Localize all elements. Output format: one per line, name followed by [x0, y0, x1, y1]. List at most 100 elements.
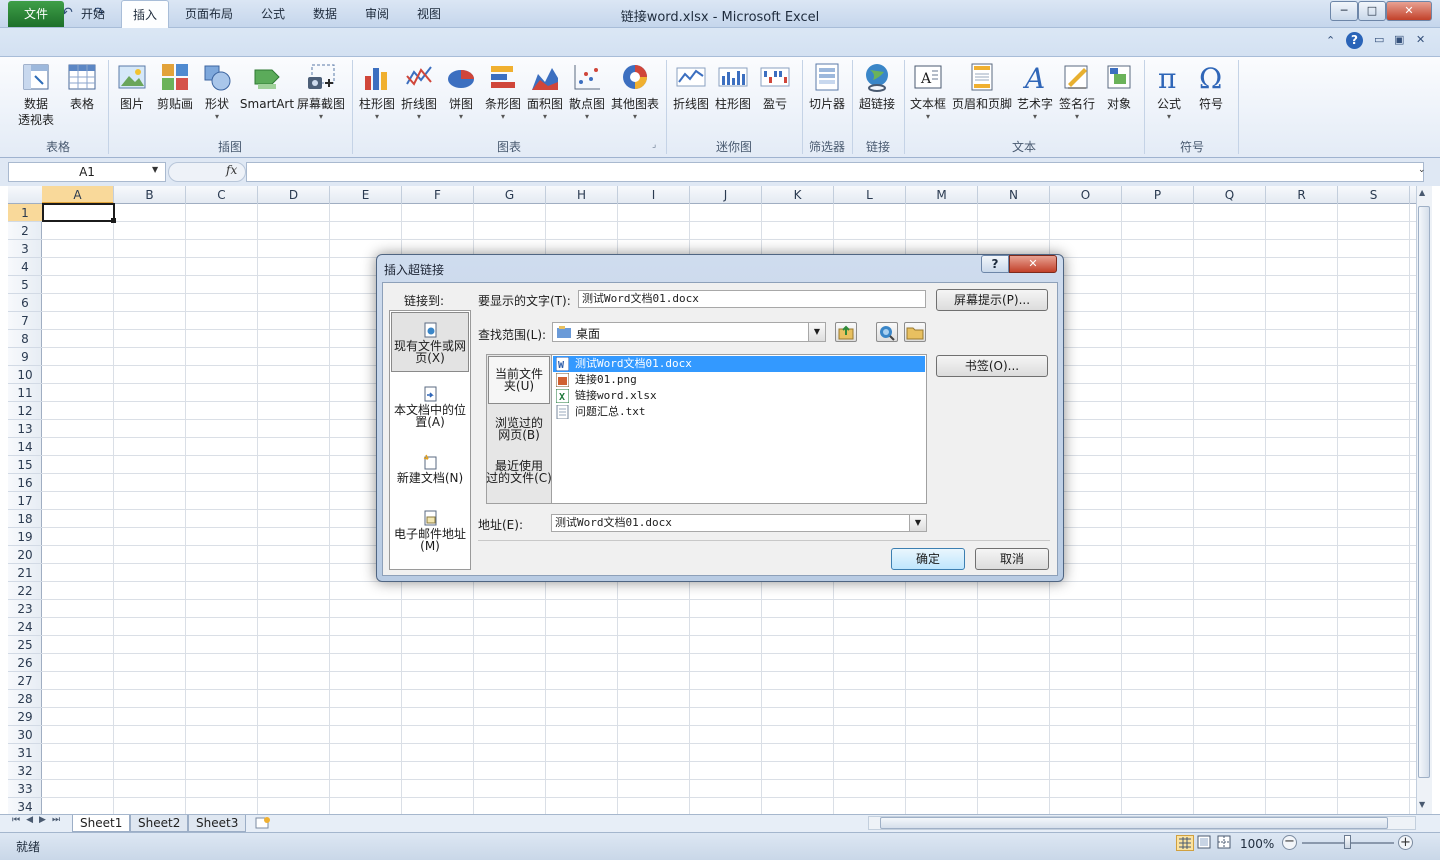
pivot-table-button[interactable]: 数据 透视表	[10, 60, 62, 136]
up-folder-button[interactable]	[835, 322, 857, 342]
area-chart-button[interactable]: 面积图 ▾	[524, 60, 566, 136]
pie-chart-button[interactable]: 饼图 ▾	[440, 60, 482, 136]
sparkline-winloss-button[interactable]: 盈亏	[754, 60, 796, 136]
shapes-button[interactable]: 形状 ▾	[198, 60, 236, 136]
signature-line-button[interactable]: 签名行 ▾	[1056, 60, 1098, 136]
fill-handle[interactable]	[111, 218, 116, 223]
help-icon[interactable]: ?	[1346, 32, 1363, 49]
column-header-e[interactable]: E	[330, 186, 402, 204]
row-header-27[interactable]: 27	[8, 672, 42, 690]
tab-home[interactable]: 开始	[72, 0, 114, 28]
column-header-g[interactable]: G	[474, 186, 546, 204]
maximize-button[interactable]: □	[1358, 1, 1386, 21]
header-footer-button[interactable]: 页眉和页脚	[950, 60, 1014, 136]
row-header-2[interactable]: 2	[8, 222, 42, 240]
address-dropdown-icon[interactable]: ▼	[909, 515, 926, 531]
row-header-7[interactable]: 7	[8, 312, 42, 330]
row-header-6[interactable]: 6	[8, 294, 42, 312]
row-header-8[interactable]: 8	[8, 330, 42, 348]
row-header-19[interactable]: 19	[8, 528, 42, 546]
screentip-button[interactable]: 屏幕提示(P)...	[936, 289, 1048, 311]
browse-tab-browsed-pages[interactable]: 浏览过的 网页(B)	[480, 417, 558, 441]
active-cell-a1[interactable]	[42, 203, 115, 222]
object-button[interactable]: 对象	[1098, 60, 1140, 136]
sheet-tab-3[interactable]: Sheet3	[188, 815, 247, 832]
row-header-5[interactable]: 5	[8, 276, 42, 294]
tab-page-layout[interactable]: 页面布局	[176, 0, 242, 28]
column-header-j[interactable]: J	[690, 186, 762, 204]
doc-minimize-icon[interactable]: ▭	[1374, 33, 1384, 46]
doc-restore-icon[interactable]: ▣	[1394, 33, 1404, 46]
wordart-button[interactable]: A 艺术字 ▾	[1014, 60, 1056, 136]
row-header-24[interactable]: 24	[8, 618, 42, 636]
normal-view-icon[interactable]	[1176, 835, 1194, 851]
tab-insert[interactable]: 插入	[121, 0, 169, 28]
row-header-13[interactable]: 13	[8, 420, 42, 438]
link-target-email[interactable]: 电子邮件地址 (M)	[391, 510, 469, 552]
zoom-in-button[interactable]: +	[1398, 835, 1413, 850]
row-header-30[interactable]: 30	[8, 726, 42, 744]
smartart-button[interactable]: SmartArt	[239, 60, 295, 136]
textbox-button[interactable]: A 文本框 ▾	[906, 60, 950, 136]
look-in-dropdown-icon[interactable]: ▼	[808, 323, 825, 341]
row-header-25[interactable]: 25	[8, 636, 42, 654]
column-header-k[interactable]: K	[762, 186, 834, 204]
row-header-17[interactable]: 17	[8, 492, 42, 510]
file-item[interactable]: 问题汇总.txt	[553, 404, 925, 420]
column-header-i[interactable]: I	[618, 186, 690, 204]
column-header-s[interactable]: S	[1338, 186, 1410, 204]
row-header-26[interactable]: 26	[8, 654, 42, 672]
browse-file-button[interactable]	[904, 322, 926, 342]
horizontal-scroll-thumb[interactable]	[880, 817, 1388, 829]
row-header-32[interactable]: 32	[8, 762, 42, 780]
tab-review[interactable]: 审阅	[354, 0, 400, 28]
tab-data[interactable]: 数据	[302, 0, 348, 28]
row-header-33[interactable]: 33	[8, 780, 42, 798]
symbol-button[interactable]: Ω 符号	[1190, 60, 1232, 136]
column-header-a[interactable]: A	[42, 186, 114, 204]
link-target-place-in-document[interactable]: 本文档中的位 置(A)	[391, 386, 469, 428]
sparkline-line-button[interactable]: 折线图	[670, 60, 712, 136]
table-button[interactable]: 表格	[62, 60, 102, 136]
address-input[interactable]: 测试Word文档01.docx	[551, 514, 927, 532]
page-layout-view-icon[interactable]	[1196, 835, 1214, 851]
column-header-n[interactable]: N	[978, 186, 1050, 204]
row-header-4[interactable]: 4	[8, 258, 42, 276]
scroll-down-icon[interactable]: ▼	[1419, 800, 1425, 809]
tab-view[interactable]: 视图	[406, 0, 452, 28]
last-sheet-icon[interactable]: ⏭	[52, 815, 66, 825]
insert-function-icon[interactable]: fx	[226, 163, 237, 177]
link-target-existing-file[interactable]: 现有文件或网 页(X)	[391, 322, 469, 364]
row-header-3[interactable]: 3	[8, 240, 42, 258]
row-header-9[interactable]: 9	[8, 348, 42, 366]
insert-sheet-icon[interactable]	[254, 816, 272, 830]
row-header-23[interactable]: 23	[8, 600, 42, 618]
doc-close-icon[interactable]: ✕	[1416, 33, 1425, 46]
file-item[interactable]: 连接01.png	[553, 372, 925, 388]
screenshot-button[interactable]: 屏幕截图 ▾	[296, 60, 346, 136]
other-charts-button[interactable]: 其他图表 ▾	[608, 60, 662, 136]
column-header-h[interactable]: H	[546, 186, 618, 204]
zoom-level[interactable]: 100%	[1240, 837, 1274, 851]
row-header-15[interactable]: 15	[8, 456, 42, 474]
first-sheet-icon[interactable]: ⏮	[12, 815, 26, 825]
slicer-button[interactable]: 切片器	[804, 60, 850, 136]
column-header-c[interactable]: C	[186, 186, 258, 204]
scroll-up-icon[interactable]: ▲	[1419, 188, 1425, 197]
column-header-q[interactable]: Q	[1194, 186, 1266, 204]
scatter-chart-button[interactable]: 散点图 ▾	[566, 60, 608, 136]
browse-tab-recent-files[interactable]: 最近使用 过的文件(C)	[480, 460, 558, 484]
row-header-16[interactable]: 16	[8, 474, 42, 492]
column-header-f[interactable]: F	[402, 186, 474, 204]
row-header-29[interactable]: 29	[8, 708, 42, 726]
column-header-b[interactable]: B	[114, 186, 186, 204]
sheet-tab-1[interactable]: Sheet1	[72, 815, 131, 832]
hyperlink-button[interactable]: 超链接	[854, 60, 900, 136]
row-header-18[interactable]: 18	[8, 510, 42, 528]
prev-sheet-icon[interactable]: ◀	[26, 815, 39, 825]
chart-dialog-launcher-icon[interactable]: ⌟	[652, 140, 656, 150]
name-box-dropdown-icon[interactable]: ▼	[152, 165, 158, 174]
link-target-new-document[interactable]: 新建文档(N)	[391, 454, 469, 484]
zoom-out-button[interactable]: −	[1282, 835, 1297, 850]
column-header-d[interactable]: D	[258, 186, 330, 204]
